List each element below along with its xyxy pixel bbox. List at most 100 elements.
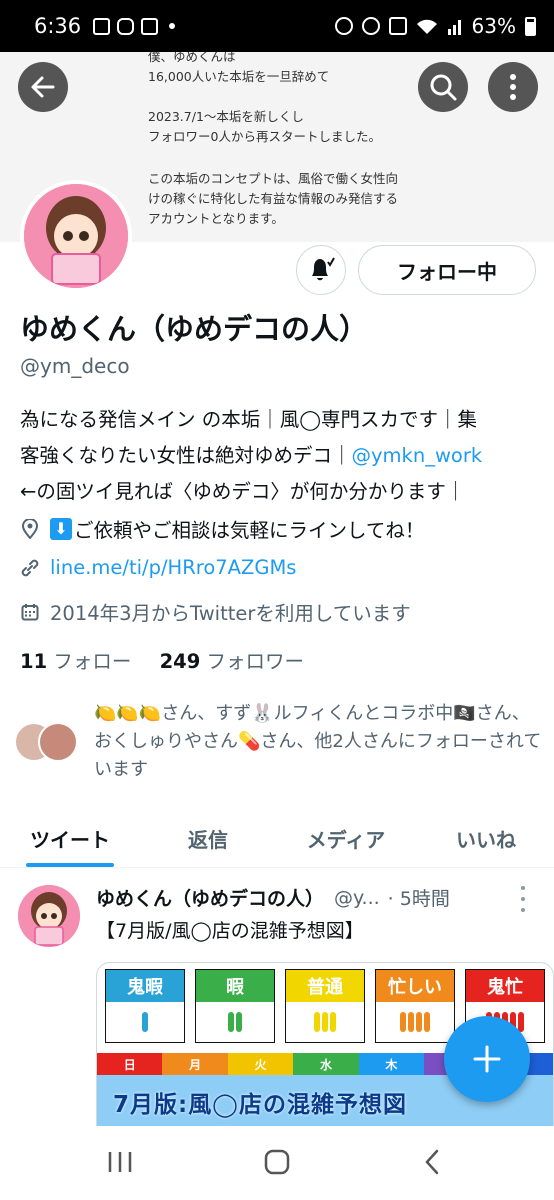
mail-icon xyxy=(141,17,159,35)
weekday-cell: 月 xyxy=(162,1053,228,1075)
more-options-button[interactable] xyxy=(488,62,538,112)
congestion-legend-box: 鬼暇 xyxy=(105,969,185,1043)
person-icon xyxy=(518,1012,524,1032)
profile-avatar[interactable] xyxy=(20,180,132,292)
following-count-link[interactable]: 11 フォロー xyxy=(20,650,131,673)
bio-mention-link[interactable]: @ymkn_work xyxy=(352,444,483,467)
tweet-author-handle[interactable]: @y... xyxy=(334,887,380,909)
calendar-icon xyxy=(20,602,40,622)
person-icon xyxy=(330,1012,336,1032)
follower-avatar xyxy=(38,722,78,762)
location-pin-icon xyxy=(20,518,40,539)
congestion-legend-box: 忙しい xyxy=(375,969,455,1043)
active-tab-indicator xyxy=(26,863,114,867)
search-icon xyxy=(430,74,457,101)
tab-media[interactable]: メディア xyxy=(282,808,410,868)
back-arrow-icon xyxy=(31,76,55,98)
banner-line: 16,000人いた本垢を一旦辞めて xyxy=(148,69,330,84)
people-icon-group xyxy=(286,1012,364,1032)
legend-label: 普通 xyxy=(286,970,364,1002)
bio-line: 為になる発信メイン の本垢｜風◯専門スカです｜集 xyxy=(20,408,478,431)
banner-line: フォロワー0人から再スタートしました。 xyxy=(148,129,381,144)
bio-line: ←の固ツイ見れば〈ゆめデコ〉が何か分かります｜ xyxy=(20,480,466,503)
tab-replies[interactable]: 返信 xyxy=(150,808,266,868)
avatar-illustration xyxy=(18,885,80,947)
person-icon xyxy=(236,1012,242,1032)
bio-line: 客強くなりたい女性は絶対ゆめデコ｜@ymkn_work xyxy=(20,438,540,474)
down-arrow-emoji: ⬇ xyxy=(50,517,72,540)
system-navigation-bar xyxy=(0,1126,554,1200)
status-time: 6:36 xyxy=(34,14,82,38)
followers-count: 249 xyxy=(159,650,201,673)
profile-location: ⬇ ご依頼やご相談は気軽にラインしてね！ xyxy=(20,514,424,543)
avatar-illustration xyxy=(24,184,128,288)
dot-icon xyxy=(521,908,525,912)
tweet-author-avatar[interactable] xyxy=(18,885,80,947)
person-icon xyxy=(322,1012,328,1032)
banner-line: けの稼ぐに特化した有益な情報のみ発信する xyxy=(148,191,399,206)
back-button[interactable] xyxy=(18,62,68,112)
compose-tweet-button[interactable] xyxy=(444,1016,530,1102)
congestion-legend-box: 暇 xyxy=(195,969,275,1043)
dot-icon xyxy=(521,886,525,890)
gallery-icon xyxy=(93,17,111,35)
tweet-text: 【7月版/風◯店の混雑予想図】 xyxy=(96,920,364,942)
instagram-icon xyxy=(117,17,135,35)
person-icon xyxy=(416,1012,422,1032)
signal-icon xyxy=(447,20,461,35)
back-nav-button[interactable] xyxy=(412,1144,452,1180)
tweet-more-button[interactable] xyxy=(518,886,528,912)
recent-apps-icon xyxy=(108,1152,132,1172)
person-icon xyxy=(142,1012,148,1032)
follow-counts: 11 フォロー 249 フォロワー xyxy=(20,645,304,674)
legend-label: 忙しい xyxy=(376,970,454,1002)
mute-icon xyxy=(388,17,407,35)
weekday-cell: 日 xyxy=(97,1053,163,1075)
legend-label: 鬼忙 xyxy=(466,970,544,1002)
alarm-icon xyxy=(361,17,380,35)
status-bar: 6:36 63% xyxy=(0,0,554,52)
legend-label: 鬼暇 xyxy=(106,970,184,1002)
followed-by-text: 🍋🍋🍋さん、すず🐰ルフィくんとコラボ中🏴‍☠️さん、おくしゅりやさん💊さん、他2… xyxy=(94,703,542,780)
search-button[interactable] xyxy=(418,62,468,112)
tweet-author-name[interactable]: ゆめくん（ゆめデコの人） xyxy=(96,884,324,911)
recent-apps-button[interactable] xyxy=(100,1144,140,1180)
plus-icon xyxy=(473,1045,501,1073)
profile-bio: 為になる発信メイン の本垢｜風◯専門スカです｜集 客強くなりたい女性は絶対ゆめデ… xyxy=(20,402,540,510)
battery-percent: 63% xyxy=(471,14,516,38)
congestion-legend-box: 普通 xyxy=(285,969,365,1043)
people-icon-group xyxy=(196,1012,274,1032)
sync-icon xyxy=(334,17,353,35)
notification-bell-button[interactable] xyxy=(296,245,346,295)
tweet-timestamp[interactable]: · 5時間 xyxy=(388,884,450,911)
tab-likes[interactable]: いいね xyxy=(428,808,544,868)
person-icon xyxy=(314,1012,320,1032)
dot-icon xyxy=(521,897,525,901)
profile-name: ゆめくん（ゆめデコの人） xyxy=(20,312,369,346)
banner-line: 僕、ゆめくんは xyxy=(148,52,236,64)
notification-icons xyxy=(93,17,176,35)
kebab-menu-icon xyxy=(510,74,516,100)
followers-label: フォロワー xyxy=(206,650,304,673)
person-icon xyxy=(424,1012,430,1032)
banner-line: アカウントとなります。 xyxy=(148,211,284,226)
profile-link-row[interactable]: line.me/ti/p/HRro7AZGMs xyxy=(20,556,296,579)
tab-tweets[interactable]: ツイート xyxy=(8,808,132,868)
profile-handle: @ym_deco xyxy=(20,354,130,378)
profile-joined: 2014年3月からTwitterを利用しています xyxy=(20,597,411,626)
home-button[interactable] xyxy=(257,1144,297,1180)
profile-link[interactable]: line.me/ti/p/HRro7AZGMs xyxy=(50,556,296,579)
person-icon xyxy=(228,1012,234,1032)
bio-text: 客強くなりたい女性は絶対ゆめデコ｜ xyxy=(20,444,352,467)
wifi-icon xyxy=(416,19,437,34)
banner-line: この本垢のコンセプトは、風俗で働く女性向 xyxy=(148,171,399,186)
battery-icon xyxy=(525,16,536,36)
home-icon xyxy=(264,1149,290,1175)
media-title: 7月版:風◯店の混雑予想図 xyxy=(113,1092,407,1118)
followers-count-link[interactable]: 249 フォロワー xyxy=(160,650,304,673)
following-button[interactable]: フォロー中 xyxy=(358,245,536,295)
link-icon xyxy=(20,558,40,578)
location-text: ご依頼やご相談は気軽にラインしてね！ xyxy=(74,519,425,542)
person-icon xyxy=(400,1012,406,1032)
more-notifications-icon xyxy=(169,23,176,29)
